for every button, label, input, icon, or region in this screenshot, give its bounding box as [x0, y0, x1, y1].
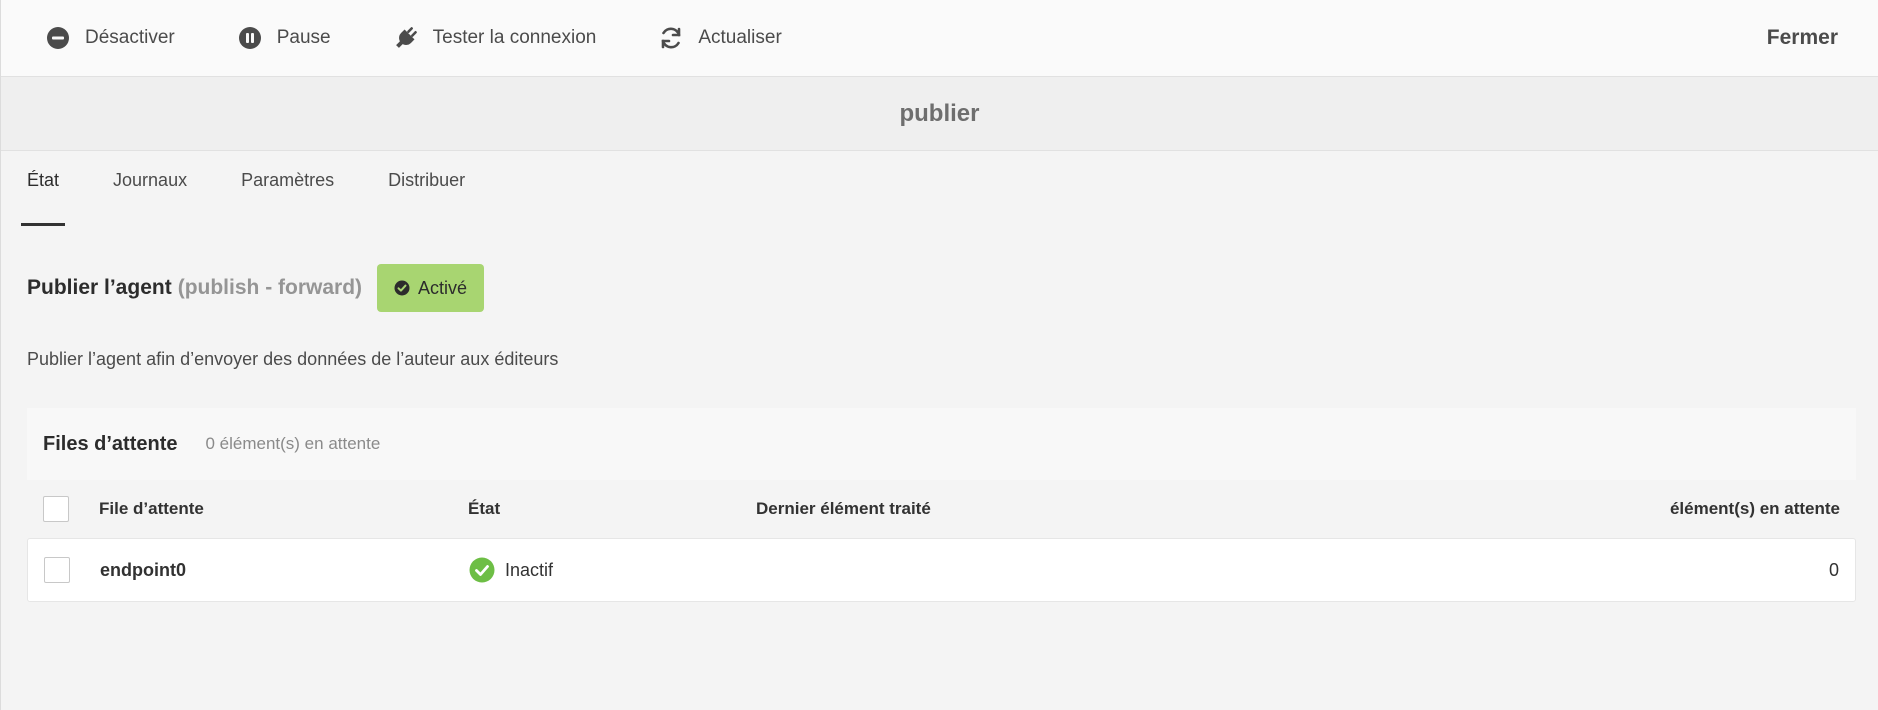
agent-title: Publier l’agent [27, 276, 172, 299]
queues-count: 0 élément(s) en attente [205, 434, 381, 453]
refresh-label: Actualiser [698, 27, 782, 48]
tab-distribuer[interactable]: Distribuer [382, 170, 471, 226]
refresh-icon [658, 25, 684, 51]
queue-name: endpoint0 [100, 559, 186, 580]
pause-circle-icon [237, 25, 263, 51]
minus-circle-icon [45, 25, 71, 51]
queue-state-label: Inactif [505, 559, 554, 580]
refresh-button[interactable]: Actualiser [658, 25, 782, 51]
test-connection-label: Tester la connexion [432, 27, 597, 48]
page-title: publier [1, 77, 1878, 151]
check-circle-icon [394, 280, 410, 296]
queues-title: Files d’attente [43, 432, 178, 455]
queues-header: Files d’attente 0 élément(s) en attente [27, 408, 1856, 480]
deactivate-button[interactable]: Désactiver [45, 25, 175, 51]
row-checkbox[interactable] [44, 557, 70, 583]
column-header-state[interactable]: État [468, 499, 500, 519]
queue-state: Inactif [469, 557, 553, 583]
column-header-last-item[interactable]: Dernier élément traité [756, 499, 931, 519]
plug-icon [393, 25, 419, 51]
queue-pending-count: 0 [1828, 559, 1839, 580]
distribution-agent-page: Désactiver Pause Tester la connexion Act… [0, 0, 1878, 710]
select-all-checkbox[interactable] [43, 496, 69, 522]
action-bar: Désactiver Pause Tester la connexion Act… [1, 0, 1878, 77]
deactivate-label: Désactiver [85, 27, 175, 48]
tab-etat[interactable]: État [21, 170, 66, 226]
check-circle-icon [469, 557, 495, 583]
close-button[interactable]: Fermer [1767, 26, 1838, 50]
column-header-queue[interactable]: File d’attente [99, 499, 204, 519]
status-label: Activé [418, 277, 468, 298]
agent-header: Publier l’agent (publish - forward) Acti… [1, 264, 1878, 312]
column-header-pending[interactable]: élément(s) en attente [1670, 499, 1840, 519]
table-row[interactable]: endpoint0 Inactif 0 [27, 538, 1856, 602]
agent-description: Publier l’agent afin d’envoyer des donné… [27, 349, 559, 369]
tab-parametres[interactable]: Paramètres [235, 170, 340, 226]
pause-button[interactable]: Pause [237, 25, 331, 51]
pause-label: Pause [276, 27, 331, 48]
agent-subtitle: (publish - forward) [177, 276, 363, 299]
status-badge: Activé [377, 264, 485, 312]
queues-panel: Files d’attente 0 élément(s) en attente … [27, 408, 1856, 602]
tab-journaux[interactable]: Journaux [107, 170, 193, 226]
tab-bar: État Journaux Paramètres Distribuer [1, 151, 1878, 226]
test-connection-button[interactable]: Tester la connexion [393, 25, 597, 51]
table-header: File d’attente État Dernier élément trai… [27, 480, 1856, 538]
